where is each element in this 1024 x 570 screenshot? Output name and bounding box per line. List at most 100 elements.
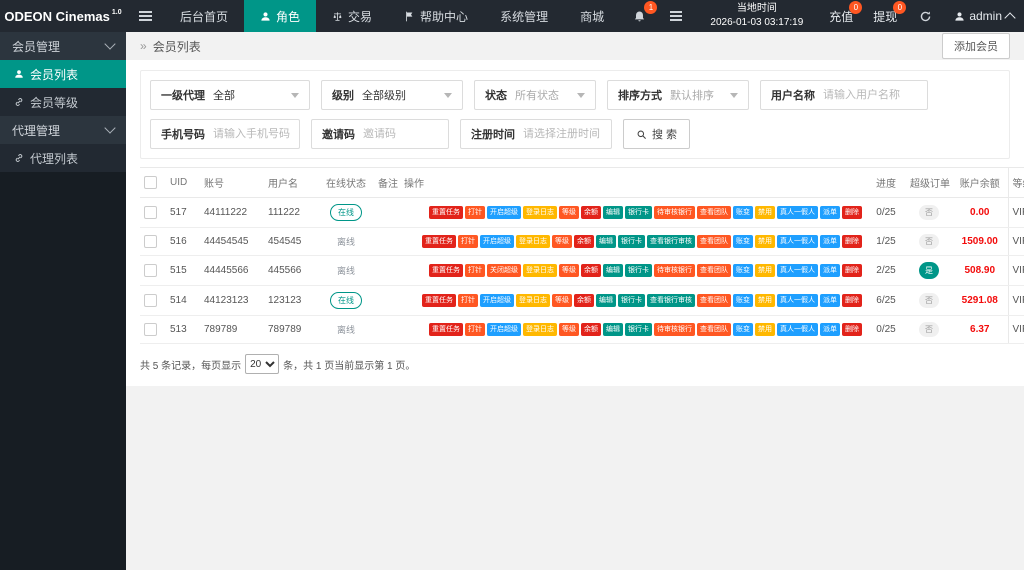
- sidebar-item-member-list[interactable]: 会员列表: [0, 60, 126, 88]
- register-time-input[interactable]: [523, 128, 611, 140]
- invite-code-input[interactable]: [363, 128, 448, 140]
- action-button[interactable]: 重置任务: [422, 294, 456, 308]
- action-button[interactable]: 银行卡: [618, 294, 645, 308]
- action-button[interactable]: 删除: [842, 323, 862, 337]
- action-button[interactable]: 查看银行审核: [647, 235, 695, 249]
- action-button[interactable]: 编辑: [603, 323, 623, 337]
- action-button[interactable]: 真人一假人: [777, 264, 818, 278]
- action-button[interactable]: 银行卡: [618, 235, 645, 249]
- action-button[interactable]: 待审核银行: [654, 264, 695, 278]
- action-button[interactable]: 登录日志: [516, 294, 550, 308]
- sidebar-group-member-mgmt[interactable]: 会员管理: [0, 32, 126, 60]
- action-button[interactable]: 余额: [581, 206, 601, 220]
- action-button[interactable]: 重置任务: [429, 206, 463, 220]
- action-button[interactable]: 账变: [733, 323, 753, 337]
- action-button[interactable]: 派单: [820, 264, 840, 278]
- action-button[interactable]: 打针: [458, 294, 478, 308]
- action-button[interactable]: 等级: [559, 264, 579, 278]
- action-button[interactable]: 派单: [820, 206, 840, 220]
- row-checkbox[interactable]: [144, 235, 157, 248]
- action-button[interactable]: 余额: [581, 323, 601, 337]
- notification-bell-button[interactable]: 1: [621, 0, 658, 32]
- action-button[interactable]: 账变: [733, 235, 753, 249]
- action-button[interactable]: 删除: [842, 264, 862, 278]
- row-checkbox[interactable]: [144, 264, 157, 277]
- action-button[interactable]: 真人一假人: [777, 235, 818, 249]
- action-button[interactable]: 查看团队: [697, 294, 731, 308]
- recharge-button[interactable]: 充值 0: [819, 0, 863, 32]
- action-button[interactable]: 银行卡: [625, 323, 652, 337]
- action-button[interactable]: 待审核银行: [654, 206, 695, 220]
- action-button[interactable]: 派单: [820, 235, 840, 249]
- action-button[interactable]: 禁用: [755, 206, 775, 220]
- search-button[interactable]: 搜 索: [623, 119, 690, 149]
- filter-agent-select[interactable]: 一级代理 全部: [150, 80, 310, 110]
- action-button[interactable]: 真人一假人: [777, 206, 818, 220]
- action-button[interactable]: 删除: [842, 294, 862, 308]
- row-checkbox[interactable]: [144, 323, 157, 336]
- action-button[interactable]: 重置任务: [429, 323, 463, 337]
- action-button[interactable]: 余额: [581, 264, 601, 278]
- action-button[interactable]: 删除: [842, 235, 862, 249]
- action-button[interactable]: 等级: [559, 323, 579, 337]
- action-button[interactable]: 登录日志: [523, 206, 557, 220]
- select-all-checkbox[interactable]: [144, 176, 157, 189]
- refresh-button[interactable]: [907, 0, 944, 32]
- username-input[interactable]: [823, 89, 927, 101]
- action-button[interactable]: 关闭超级: [487, 264, 521, 278]
- action-button[interactable]: 银行卡: [625, 264, 652, 278]
- action-button[interactable]: 登录日志: [523, 323, 557, 337]
- action-button[interactable]: 重置任务: [429, 264, 463, 278]
- action-button[interactable]: 查看团队: [697, 206, 731, 220]
- action-button[interactable]: 编辑: [596, 235, 616, 249]
- filter-status-select[interactable]: 状态 所有状态: [474, 80, 596, 110]
- action-button[interactable]: 登录日志: [523, 264, 557, 278]
- action-button[interactable]: 禁用: [755, 294, 775, 308]
- nav-item-help[interactable]: 帮助中心: [388, 0, 484, 32]
- action-button[interactable]: 等级: [559, 206, 579, 220]
- action-button[interactable]: 查看团队: [697, 323, 731, 337]
- action-button[interactable]: 账变: [733, 206, 753, 220]
- admin-user-menu[interactable]: admin: [944, 0, 1024, 32]
- action-button[interactable]: 打针: [465, 206, 485, 220]
- nav-item-trade[interactable]: 交易: [316, 0, 388, 32]
- action-button[interactable]: 编辑: [596, 294, 616, 308]
- withdraw-button[interactable]: 提现 0: [863, 0, 907, 32]
- action-button[interactable]: 删除: [842, 206, 862, 220]
- action-button[interactable]: 查看银行审核: [647, 294, 695, 308]
- action-button[interactable]: 开启超级: [487, 323, 521, 337]
- action-button[interactable]: 编辑: [603, 264, 623, 278]
- action-button[interactable]: 待审核银行: [654, 323, 695, 337]
- action-button[interactable]: 开启超级: [480, 294, 514, 308]
- action-button[interactable]: 编辑: [603, 206, 623, 220]
- action-button[interactable]: 禁用: [755, 323, 775, 337]
- action-button[interactable]: 禁用: [755, 264, 775, 278]
- action-button[interactable]: 真人一假人: [777, 323, 818, 337]
- action-button[interactable]: 打针: [458, 235, 478, 249]
- list-icon[interactable]: [658, 0, 694, 32]
- action-button[interactable]: 重置任务: [422, 235, 456, 249]
- sidebar-group-agent-mgmt[interactable]: 代理管理: [0, 116, 126, 144]
- action-button[interactable]: 登录日志: [516, 235, 550, 249]
- sidebar-item-member-level[interactable]: 会员等级: [0, 88, 126, 116]
- action-button[interactable]: 真人一假人: [777, 294, 818, 308]
- sidebar-item-agent-list[interactable]: 代理列表: [0, 144, 126, 172]
- action-button[interactable]: 派单: [820, 294, 840, 308]
- nav-item-system[interactable]: 系统管理: [484, 0, 564, 32]
- add-member-button[interactable]: 添加会员: [942, 33, 1010, 59]
- action-button[interactable]: 账变: [733, 294, 753, 308]
- action-button[interactable]: 派单: [820, 323, 840, 337]
- action-button[interactable]: 开启超级: [480, 235, 514, 249]
- action-button[interactable]: 等级: [552, 235, 572, 249]
- action-button[interactable]: 开启超级: [487, 206, 521, 220]
- action-button[interactable]: 余额: [574, 235, 594, 249]
- nav-item-roles[interactable]: 角色: [244, 0, 316, 32]
- action-button[interactable]: 查看团队: [697, 264, 731, 278]
- action-button[interactable]: 余额: [574, 294, 594, 308]
- action-button[interactable]: 等级: [552, 294, 572, 308]
- row-checkbox[interactable]: [144, 294, 157, 307]
- row-checkbox[interactable]: [144, 206, 157, 219]
- action-button[interactable]: 禁用: [755, 235, 775, 249]
- action-button[interactable]: 打针: [465, 264, 485, 278]
- nav-item-mall[interactable]: 商城: [564, 0, 620, 32]
